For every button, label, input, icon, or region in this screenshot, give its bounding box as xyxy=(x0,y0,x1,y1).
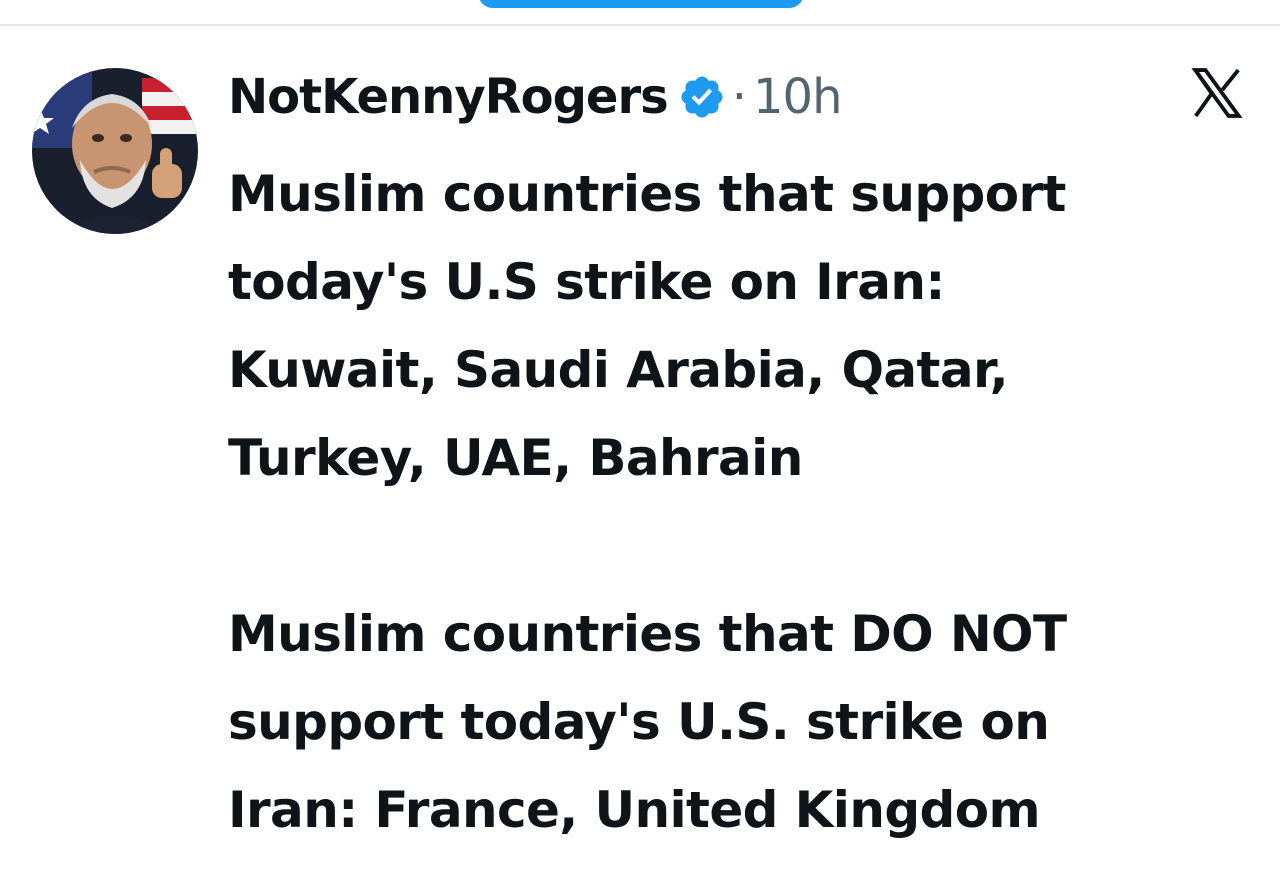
top-action-pill[interactable] xyxy=(478,0,804,8)
tweet-header: NotKennyRogers · 10h xyxy=(228,64,842,130)
x-logo-icon[interactable] xyxy=(1188,64,1246,122)
separator-dot: · xyxy=(731,69,747,125)
profile-avatar-icon xyxy=(32,68,198,234)
tweet-text: Muslim countries that support today's U.… xyxy=(228,150,1268,854)
avatar[interactable] xyxy=(32,68,198,234)
tweet-paragraph: Muslim countries that DO NOT support tod… xyxy=(228,605,1067,839)
author-name[interactable]: NotKennyRogers xyxy=(228,69,669,125)
timestamp[interactable]: 10h xyxy=(753,69,842,125)
divider xyxy=(0,24,1280,26)
verified-badge-icon xyxy=(678,73,726,121)
tweet-paragraph: Muslim countries that support today's U.… xyxy=(228,165,1066,487)
